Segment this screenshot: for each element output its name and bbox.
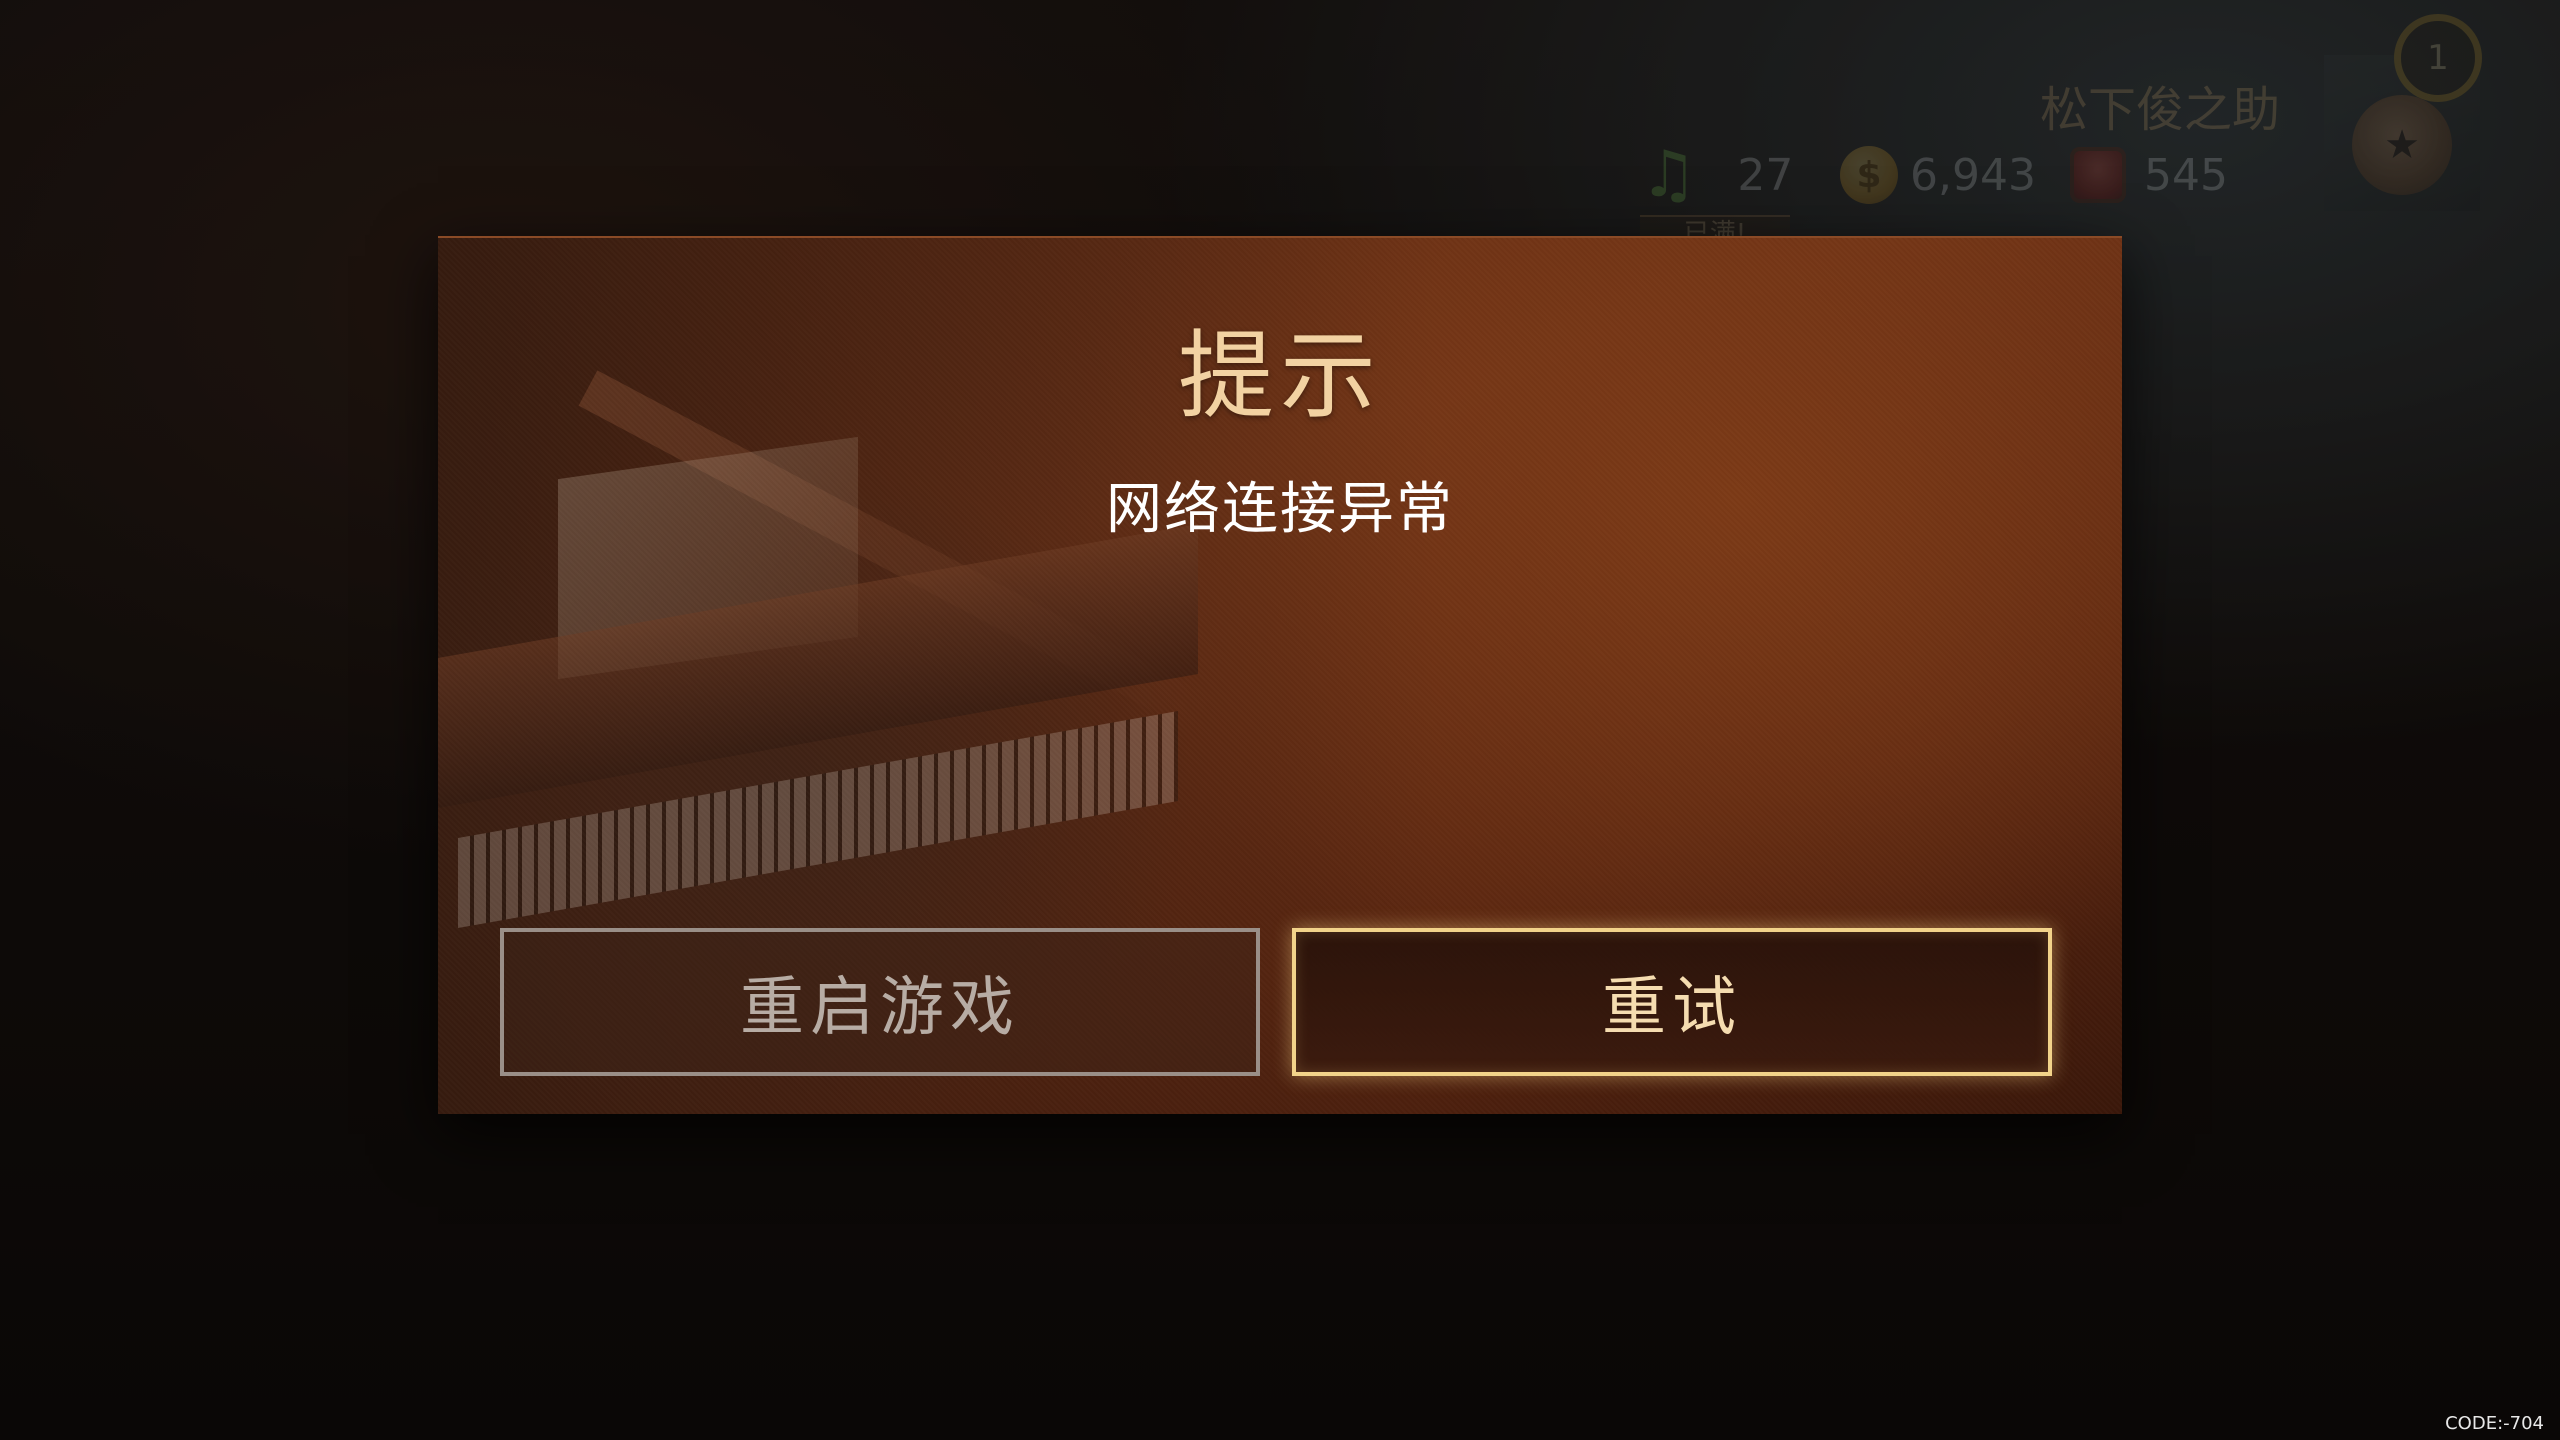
error-code-label: CODE:-704 xyxy=(2445,1413,2544,1434)
dialog-message: 网络连接异常 xyxy=(1106,477,1454,542)
restart-game-button[interactable]: 重启游戏 xyxy=(500,928,1260,1076)
game-screen: 松下俊之助 ♫ 27 已满! $ 6,943 545 ★ 1 提示 网络连接异常 xyxy=(0,0,2560,1440)
dialog-title: 提示 xyxy=(1178,320,1382,432)
network-error-dialog: 提示 网络连接异常 重启游戏 重试 xyxy=(438,236,2122,1114)
retry-button[interactable]: 重试 xyxy=(1292,928,2052,1076)
